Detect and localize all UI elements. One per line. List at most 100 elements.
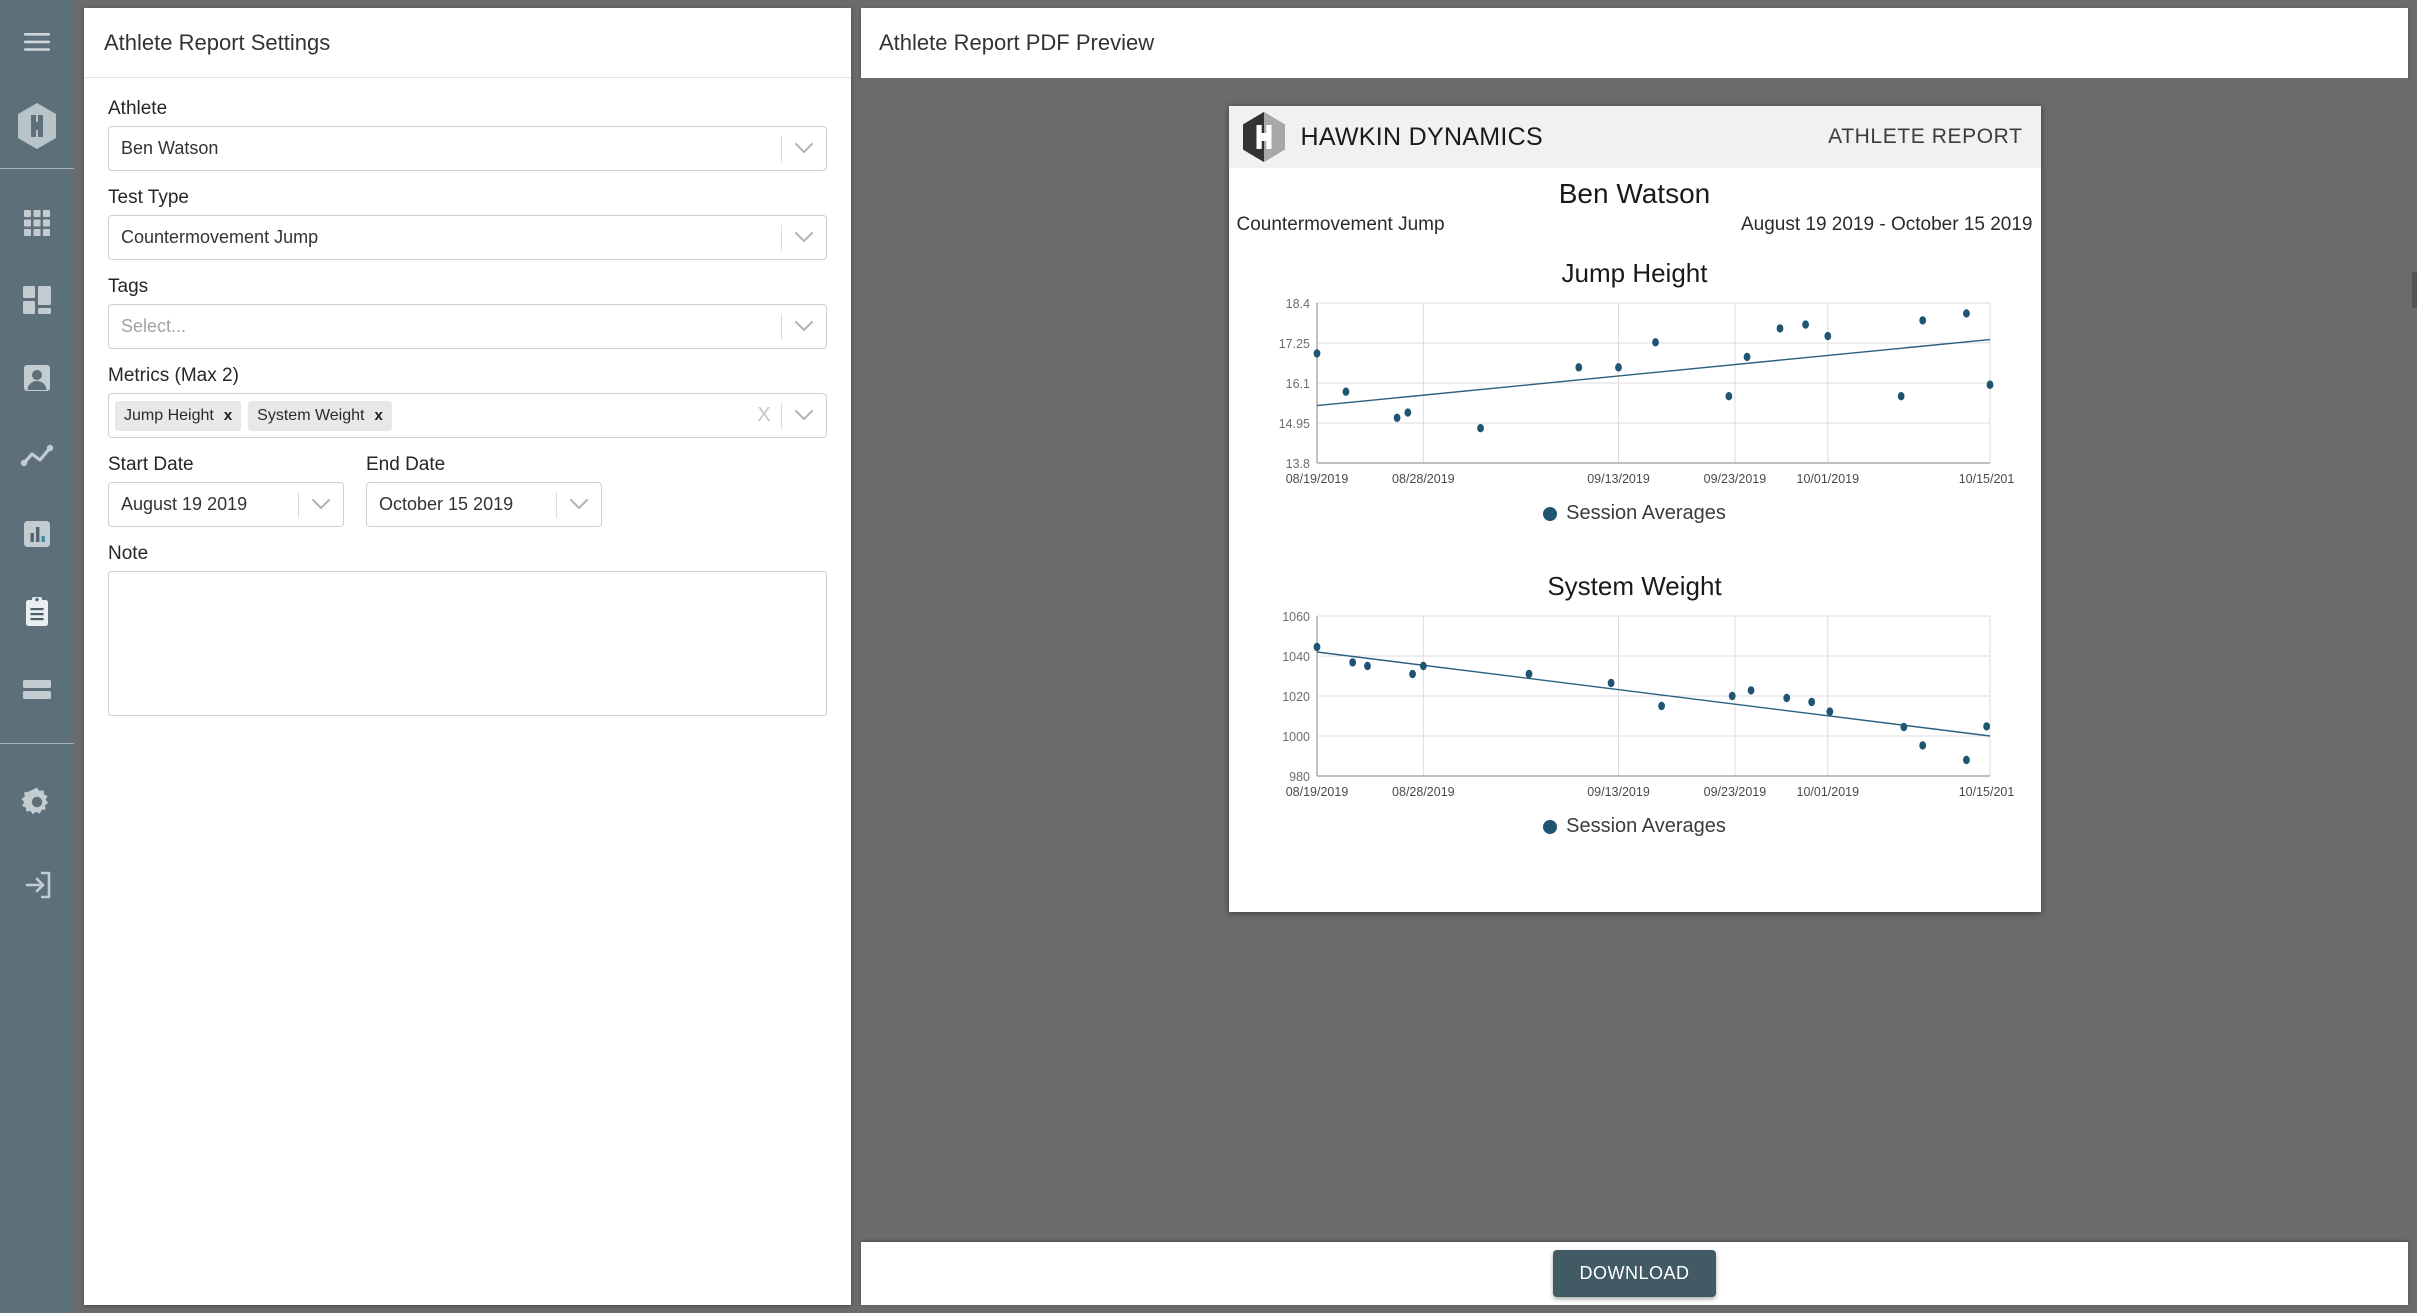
- hawkin-logo-icon[interactable]: [0, 84, 74, 168]
- x-axis-tick-label: 09/13/2019: [1587, 785, 1650, 799]
- data-point: [1408, 669, 1416, 679]
- end-date-select[interactable]: October 15 2019: [366, 482, 602, 527]
- main-content: Athlete Report Settings Athlete Ben Wats…: [74, 0, 2417, 1313]
- x-axis-tick-label: 10/15/2019: [1958, 785, 2014, 799]
- legend-marker-icon: [1543, 819, 1558, 834]
- data-point: [1897, 392, 1905, 401]
- settings-form: Athlete Ben Watson Test Type Countermove…: [84, 78, 851, 1305]
- legend-marker-icon: [1543, 506, 1558, 521]
- dashboard-icon[interactable]: [0, 261, 74, 339]
- data-point: [1476, 424, 1484, 433]
- data-point: [1313, 642, 1320, 652]
- gear-icon[interactable]: [0, 758, 74, 846]
- data-point: [1986, 380, 1993, 389]
- metrics-field-group: Metrics (Max 2) Jump Height x System Wei…: [108, 365, 827, 438]
- clipboard-icon[interactable]: [0, 573, 74, 651]
- chart-block-system-weight: System Weight 980 1000 1020 1040 1060 08/19/2…: [1229, 571, 2041, 838]
- pdf-bottom-spacer: [1229, 838, 2041, 912]
- chart-canvas: 13.8 14.95 16.1 17.25 18.4 08/19/2019 08/28/20…: [1229, 295, 2041, 500]
- chevron-down-icon[interactable]: [557, 483, 601, 526]
- download-button[interactable]: DOWNLOAD: [1553, 1250, 1716, 1297]
- data-point: [1918, 316, 1926, 325]
- pdf-brand: HAWKIN DYNAMICS: [1241, 111, 1543, 163]
- note-input[interactable]: [108, 571, 827, 716]
- data-point: [1918, 741, 1926, 750]
- start-date-label: Start Date: [108, 454, 194, 475]
- test-type-field-group: Test Type Countermovement Jump: [108, 187, 827, 260]
- chevron-down-icon[interactable]: [782, 394, 826, 437]
- x-axis-tick-label: 09/13/2019: [1587, 472, 1650, 486]
- remove-metric-icon[interactable]: x: [374, 407, 382, 424]
- y-axis-tick-label: 16.1: [1285, 377, 1309, 391]
- data-point: [1747, 686, 1754, 695]
- chevron-down-icon[interactable]: [782, 305, 826, 348]
- chart-block-jump-height: Jump Height 13.8 14.95 16.1 17.25 18.4 08/19/…: [1229, 258, 2041, 525]
- metrics-multiselect[interactable]: Jump Height x System Weight x X: [108, 393, 827, 438]
- chevron-down-icon[interactable]: [299, 483, 343, 526]
- athlete-report-settings-panel: Athlete Report Settings Athlete Ben Wats…: [84, 8, 851, 1305]
- menu-icon[interactable]: [0, 0, 74, 84]
- rows-icon[interactable]: [0, 651, 74, 729]
- trend-line-icon[interactable]: [0, 417, 74, 495]
- bar-chart-icon[interactable]: [0, 495, 74, 573]
- test-type-value: Countermovement Jump: [121, 227, 319, 247]
- left-nav-sidebar: [0, 0, 74, 1313]
- chart-title: Jump Height: [1561, 258, 1708, 288]
- preview-panel-title: Athlete Report PDF Preview: [861, 8, 2408, 78]
- metrics-label: Metrics (Max 2): [108, 365, 239, 386]
- scrollbar-nub[interactable]: [2412, 272, 2417, 308]
- data-point: [1801, 320, 1809, 329]
- pdf-test-type: Countermovement Jump: [1236, 214, 1445, 235]
- end-date-field-group: End Date October 15 2019: [366, 454, 602, 527]
- data-point: [1724, 392, 1732, 401]
- data-point: [1782, 693, 1790, 703]
- x-axis-tick-label: 10/01/2019: [1796, 472, 1859, 486]
- test-type-select[interactable]: Countermovement Jump: [108, 215, 827, 260]
- athlete-icon[interactable]: [0, 339, 74, 417]
- data-point: [1607, 678, 1615, 688]
- y-axis-tick-label: 17.25: [1278, 337, 1309, 351]
- y-axis-tick-label: 14.95: [1278, 417, 1309, 431]
- chart-title: System Weight: [1547, 571, 1722, 601]
- tags-select[interactable]: Select...: [108, 304, 827, 349]
- data-point: [1728, 691, 1736, 701]
- hawkin-logo-icon: [1242, 112, 1285, 162]
- data-point: [1363, 661, 1371, 671]
- sidebar-divider-top: [0, 168, 74, 169]
- metric-pill-label: System Weight: [257, 406, 365, 424]
- note-field-group: Note: [108, 543, 827, 721]
- legend-label: Session Averages: [1566, 815, 1726, 837]
- end-date-value: October 15 2019: [379, 494, 514, 514]
- athlete-label: Athlete: [108, 98, 168, 119]
- metric-pill[interactable]: System Weight x: [248, 400, 392, 431]
- end-date-label: End Date: [366, 454, 446, 475]
- athlete-select[interactable]: Ben Watson: [108, 126, 827, 171]
- preview-footer: DOWNLOAD: [861, 1242, 2408, 1305]
- y-axis-tick-label: 1020: [1282, 690, 1310, 704]
- pdf-report-kicker: ATHLETE REPORT: [1828, 125, 2023, 148]
- y-axis-tick-label: 1060: [1282, 610, 1310, 624]
- x-axis-tick-label: 08/28/2019: [1392, 472, 1455, 486]
- data-point: [1962, 309, 1970, 318]
- y-axis-tick-label: 18.4: [1285, 297, 1309, 311]
- data-point: [1313, 349, 1320, 358]
- athlete-field-group: Athlete Ben Watson: [108, 98, 827, 171]
- data-point: [1393, 413, 1400, 422]
- metric-pill[interactable]: Jump Height x: [115, 400, 242, 431]
- remove-metric-icon[interactable]: x: [224, 407, 232, 424]
- x-axis-tick-label: 08/28/2019: [1392, 785, 1455, 799]
- clear-all-metrics-icon[interactable]: X: [747, 404, 781, 427]
- data-point: [1962, 755, 1970, 765]
- start-date-select[interactable]: August 19 2019: [108, 482, 344, 527]
- y-axis-tick-label: 1000: [1282, 730, 1310, 744]
- app-root: Athlete Report Settings Athlete Ben Wats…: [0, 0, 2417, 1313]
- chevron-down-icon[interactable]: [782, 216, 826, 259]
- tags-placeholder: Select...: [121, 316, 187, 336]
- logout-icon[interactable]: [0, 846, 74, 924]
- data-point: [1743, 352, 1750, 362]
- pdf-brand-name: HAWKIN DYNAMICS: [1300, 122, 1543, 151]
- chart-canvas: 980 1000 1020 1040 1060 08/19/2019 08/28/2019 0…: [1229, 608, 2041, 813]
- chevron-down-icon[interactable]: [782, 127, 826, 170]
- grid-apps-icon[interactable]: [0, 185, 74, 261]
- legend-label: Session Averages: [1566, 502, 1726, 524]
